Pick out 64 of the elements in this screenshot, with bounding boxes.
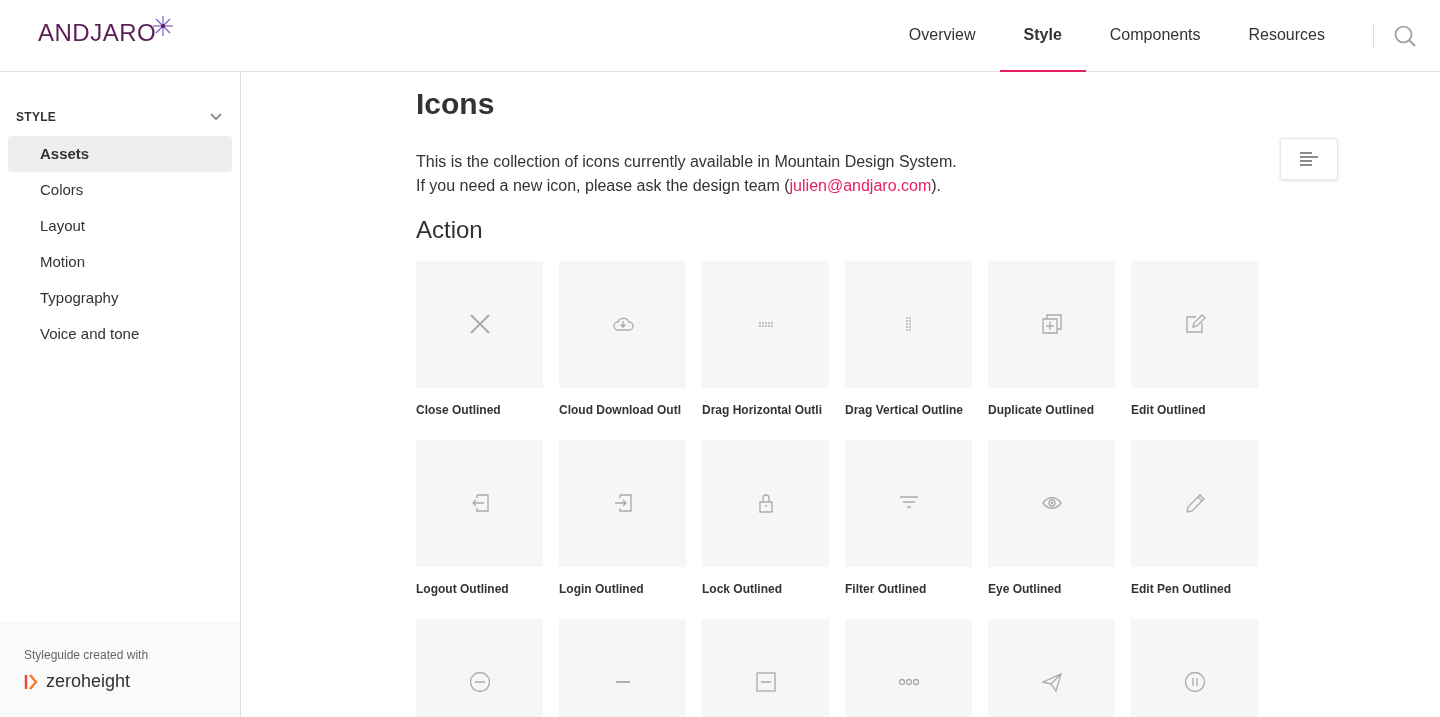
icon-label: Logout Outlined [416,580,510,598]
nav-tab[interactable]: Components [1085,0,1225,72]
icon-tile[interactable] [559,618,686,717]
icon-tile[interactable] [845,260,972,388]
paper-plane-icon [1040,671,1063,694]
icon-tile[interactable] [845,618,972,717]
email-link[interactable]: julien@andjaro.com [789,177,932,194]
sidebar-item[interactable]: Motion [8,244,232,280]
icon-tile[interactable] [1131,618,1258,717]
nav-tab[interactable]: Overview [884,0,1000,72]
dots-icon [758,321,773,327]
nav-tab[interactable]: Resources [1224,0,1349,72]
text-lines-icon [1300,152,1318,166]
sidebar-item[interactable]: Layout [8,208,232,244]
icon-tile[interactable] [988,260,1115,388]
sidebar-item[interactable]: Colors [8,172,232,208]
icon-label: Duplicate Outlined [988,401,1095,419]
sidebar-item[interactable]: Voice and tone [8,316,232,352]
page-title: Icons [416,86,496,122]
icon-tile[interactable] [416,618,543,717]
icon-tile[interactable] [559,260,686,388]
icon-tile[interactable] [416,260,543,388]
icon-label: Filter Outlined [845,580,928,598]
search-icon[interactable] [1394,24,1416,47]
brand-logo[interactable]: ANDJARO [38,14,175,51]
icon-label: Cloud Download Outl [559,401,682,419]
icon-tile[interactable] [702,260,829,388]
minus-circle-icon [468,671,491,694]
pencil-icon [1183,492,1206,515]
icon-tile[interactable] [416,439,543,567]
icon-label: Login Outlined [559,580,645,598]
icon-tile[interactable] [988,439,1115,567]
icon-tile[interactable] [1131,260,1258,388]
icon-label: Edit Pen Outlined [1131,580,1232,598]
icon-tile[interactable] [988,618,1115,717]
icon-label: Drag Vertical Outline [845,401,965,419]
icon-tile[interactable] [559,439,686,567]
brand-name[interactable]: zeroheight [46,668,131,695]
pause-circle-icon [1183,671,1206,694]
duplicate-icon [1040,313,1063,336]
icon-tile[interactable] [702,618,829,717]
icon-label: Edit Outlined [1131,401,1207,419]
edit-icon [1183,313,1206,336]
intro-text: If you need a new icon, please ask the design team (julien@andjaro.com). [416,176,941,196]
icon-label: Lock Outlined [702,580,783,598]
icon-label: Eye Outlined [988,580,1063,598]
section-heading: Action [416,216,484,245]
minus-icon [615,681,630,684]
intro-text: This is the collection of icons currently available in Mountain Design System. [416,152,957,172]
icon-tile[interactable] [845,439,972,567]
section-title[interactable]: STYLE [16,108,57,126]
sidebar-item[interactable]: Typography [8,280,232,316]
close-icon [468,313,491,336]
footer-caption: Styleguide created with [24,647,150,664]
sidebar-item[interactable]: Assets [8,136,232,172]
icon-label: Close Outlined [416,401,502,419]
icon-tile[interactable] [702,439,829,567]
dots-icon [906,317,911,332]
chevron-icon[interactable] [210,113,222,121]
nav-tab[interactable]: Style [999,0,1086,72]
minus-square-icon [754,671,777,694]
icon-label: Drag Horizontal Outli [702,401,823,419]
table-of-contents-button[interactable] [1280,138,1338,180]
icon-tile[interactable] [1131,439,1258,567]
